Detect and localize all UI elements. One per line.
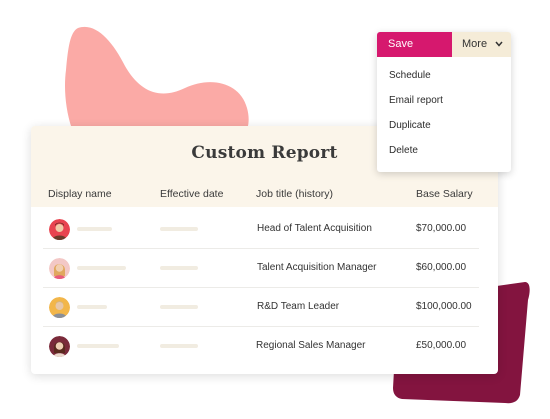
job-title-cell: Talent Acquisition Manager [257, 262, 377, 273]
job-title-cell: Head of Talent Acquisition [257, 223, 372, 234]
column-header-effective-date[interactable]: Effective date [160, 188, 223, 200]
date-placeholder [160, 344, 198, 348]
name-placeholder [77, 344, 119, 348]
menu-item-delete[interactable]: Delete [389, 145, 418, 156]
name-placeholder [77, 266, 126, 270]
date-placeholder [160, 227, 198, 231]
name-placeholder [77, 227, 112, 231]
more-button[interactable]: More [452, 32, 511, 57]
more-button-label: More [462, 38, 488, 50]
job-title-cell: Regional Sales Manager [256, 340, 366, 351]
actions-dropdown-menu: Save More Schedule Email report Duplicat… [377, 32, 511, 172]
salary-cell: $100,000.00 [416, 301, 472, 312]
menu-item-schedule[interactable]: Schedule [389, 70, 431, 81]
avatar [49, 297, 70, 318]
name-placeholder [77, 305, 107, 309]
table-row[interactable]: R&D Team Leader $100,000.00 [43, 288, 479, 327]
date-placeholder [160, 266, 198, 270]
column-header-job-title[interactable]: Job title (history) [256, 188, 333, 200]
table-row[interactable]: Head of Talent Acquisition $70,000.00 [43, 210, 479, 249]
column-header-display-name[interactable]: Display name [48, 188, 112, 200]
avatar [49, 219, 70, 240]
avatar [49, 336, 70, 357]
salary-cell: $70,000.00 [416, 223, 467, 234]
save-button[interactable]: Save [377, 32, 452, 57]
menu-item-duplicate[interactable]: Duplicate [389, 120, 431, 131]
job-title-cell: R&D Team Leader [257, 301, 340, 312]
date-placeholder [160, 305, 198, 309]
table-row[interactable]: Talent Acquisition Manager $60,000.00 [43, 249, 479, 288]
salary-cell: £50,000.00 [416, 340, 467, 351]
table-row[interactable]: Regional Sales Manager £50,000.00 [43, 327, 479, 365]
chevron-down-icon [495, 41, 503, 47]
menu-item-email-report[interactable]: Email report [389, 95, 443, 106]
salary-cell: $60,000.00 [416, 262, 467, 273]
column-header-base-salary[interactable]: Base Salary [416, 188, 473, 200]
avatar [49, 258, 70, 279]
